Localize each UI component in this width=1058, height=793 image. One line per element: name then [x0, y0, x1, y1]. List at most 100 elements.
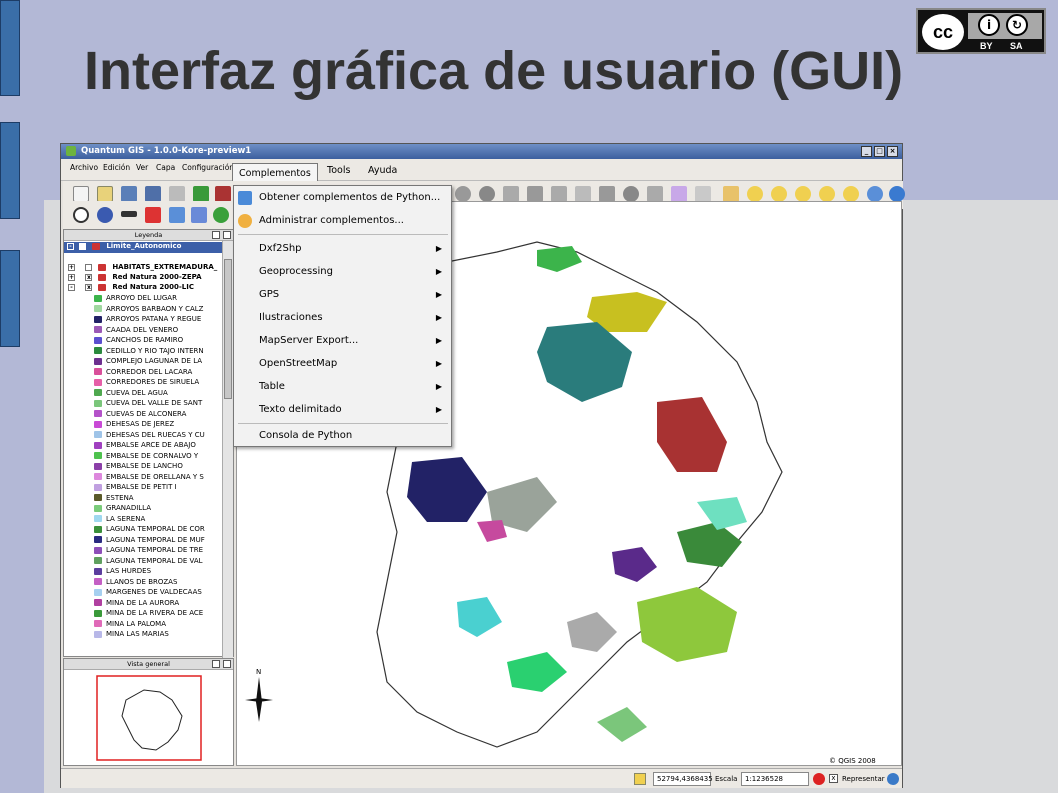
legend-scrollbar[interactable] — [222, 241, 233, 658]
menu-tools[interactable]: Tools — [327, 165, 350, 176]
add-layer-icon[interactable] — [193, 186, 209, 202]
dropdown-item-get-python-plugins[interactable]: Obtener complementos de Python... — [234, 186, 451, 209]
legend-item[interactable]: LA SERENA — [64, 515, 222, 526]
print-icon[interactable] — [169, 186, 185, 202]
measure-icon[interactable] — [503, 186, 519, 202]
legend-item[interactable]: GRANADILLA — [64, 504, 222, 515]
legend-item[interactable]: LLANOS DE BROZAS — [64, 578, 222, 589]
open-project-icon[interactable] — [97, 186, 113, 202]
menu-ayuda[interactable]: Ayuda — [368, 165, 397, 176]
legend-group[interactable]: - x Red Natura 2000-LIC — [64, 283, 222, 294]
legend-item[interactable]: ARROYOS PATANA Y REGUE — [64, 315, 222, 326]
zoom-selection-icon[interactable] — [819, 186, 835, 202]
legend-item[interactable]: CORREDORES DE SIRUELA — [64, 378, 222, 389]
save-as-icon[interactable] — [145, 186, 161, 202]
legend-item[interactable]: CANCHOS DE RAMIRO — [64, 336, 222, 347]
legend-item[interactable]: MINA LAS MARIAS — [64, 630, 222, 641]
copy-icon[interactable] — [671, 186, 687, 202]
overview-map[interactable] — [64, 670, 235, 766]
dxf2shp-icon[interactable] — [191, 207, 207, 223]
zoom-in-icon[interactable] — [747, 186, 763, 202]
dropdown-item-gps[interactable]: GPS ▶ — [234, 283, 451, 306]
copyright-icon[interactable] — [73, 207, 89, 223]
legend-item[interactable]: EMBALSE DE LANCHO — [64, 462, 222, 473]
new-project-icon[interactable] — [73, 186, 89, 202]
dropdown-item-dxf2shp[interactable]: Dxf2Shp ▶ — [234, 237, 451, 260]
north-arrow-icon[interactable] — [97, 207, 113, 223]
legend-item[interactable]: LAGUNA TEMPORAL DE COR — [64, 525, 222, 536]
zoom-out-icon[interactable] — [771, 186, 787, 202]
legend-item[interactable]: ARROYOS BARBAON Y CALZ — [64, 305, 222, 316]
panel-close-icon[interactable] — [223, 231, 231, 239]
legend-item[interactable]: CUEVAS DE ALCONERA — [64, 410, 222, 421]
projection-icon[interactable] — [887, 773, 899, 785]
legend-item[interactable]: ARROYO DEL LUGAR — [64, 294, 222, 305]
menu-ver[interactable]: Ver — [136, 163, 148, 172]
dropdown-item-table[interactable]: Table ▶ — [234, 375, 451, 398]
zoom-tool-icon[interactable] — [455, 186, 471, 202]
coordinate-capture-icon[interactable] — [145, 207, 161, 223]
refresh-icon[interactable] — [889, 186, 905, 202]
dropdown-item-ilustraciones[interactable]: Ilustraciones ▶ — [234, 306, 451, 329]
dropdown-item-python-console[interactable]: Consola de Python — [234, 424, 451, 447]
stop-render-icon[interactable] — [813, 773, 825, 785]
legend-item[interactable]: LAGUNA TEMPORAL DE TRE — [64, 546, 222, 557]
legend-item[interactable]: MINA LA PALOMA — [64, 620, 222, 631]
identify-icon[interactable] — [479, 186, 495, 202]
legend-item[interactable]: COMPLEJO LAGUNAR DE LA — [64, 357, 222, 368]
legend-root-layer[interactable]: - Limite_Autonomico — [64, 242, 222, 253]
pan-icon[interactable] — [551, 186, 567, 202]
scrollbar-thumb[interactable] — [224, 259, 232, 399]
coordinate-toggle-icon[interactable] — [634, 773, 646, 785]
legend-item[interactable]: EMBALSE ARCE DE ABAJO — [64, 441, 222, 452]
legend-item[interactable]: CUEVA DEL VALLE DE SANT — [64, 399, 222, 410]
legend-item[interactable]: LAGUNA TEMPORAL DE MUF — [64, 536, 222, 547]
panel-float-icon[interactable] — [212, 231, 220, 239]
zoom-layer-icon[interactable] — [843, 186, 859, 202]
close-button[interactable]: × — [887, 146, 898, 157]
grid-maker-icon[interactable] — [169, 207, 185, 223]
legend-item[interactable]: CEDILLO Y RIO TAJO INTERN — [64, 347, 222, 358]
legend-item[interactable]: LAGUNA TEMPORAL DE VAL — [64, 557, 222, 568]
render-checkbox[interactable]: x — [829, 774, 838, 783]
legend-item[interactable]: LAS HURDES — [64, 567, 222, 578]
dropdown-item-openstreetmap[interactable]: OpenStreetMap ▶ — [234, 352, 451, 375]
legend-item[interactable]: MINA DE LA AURORA — [64, 599, 222, 610]
scale-bar-icon[interactable] — [121, 211, 137, 217]
scale-input[interactable]: 1:1236528 — [741, 772, 809, 786]
legend-item[interactable]: EMBALSE DE CORNALVO Y — [64, 452, 222, 463]
zoom-last-icon[interactable] — [867, 186, 883, 202]
legend-group[interactable]: + HABITATS_EXTREMADURA_ — [64, 263, 222, 274]
legend-item[interactable]: DEHESAS DEL RUECAS Y CU — [64, 431, 222, 442]
layer-checkbox[interactable] — [79, 242, 87, 250]
paste-icon[interactable] — [695, 186, 711, 202]
dropdown-item-mapserver-export[interactable]: MapServer Export... ▶ — [234, 329, 451, 352]
legend-item[interactable]: EMBALSE DE ORELLANA Y S — [64, 473, 222, 484]
delete-vertex-icon[interactable] — [575, 186, 591, 202]
legend-item[interactable]: DEHESAS DE JEREZ — [64, 420, 222, 431]
menu-capa[interactable]: Capa — [156, 163, 175, 172]
dropdown-item-texto-delimitado[interactable]: Texto delimitado ▶ — [234, 398, 451, 421]
remove-layer-icon[interactable] — [215, 186, 231, 202]
zoom-full-icon[interactable] — [795, 186, 811, 202]
legend-item[interactable]: CAADA DEL VENERO — [64, 326, 222, 337]
legend-item[interactable]: EMBALSE DE PETIT I — [64, 483, 222, 494]
maximize-button[interactable]: □ — [874, 146, 885, 157]
globe-icon[interactable] — [213, 207, 229, 223]
dropdown-item-geoprocessing[interactable]: Geoprocessing ▶ — [234, 260, 451, 283]
legend-item[interactable]: CORREDOR DEL LACARA — [64, 368, 222, 379]
dropdown-item-manage-plugins[interactable]: Administrar complementos... — [234, 209, 451, 232]
move-feature-icon[interactable] — [527, 186, 543, 202]
menu-archivo[interactable]: Archivo — [70, 163, 98, 172]
layer-checkbox[interactable] — [85, 263, 93, 271]
menu-configuracion[interactable]: Configuración — [182, 163, 234, 172]
pan-hand-icon[interactable] — [723, 186, 739, 202]
stop-icon[interactable] — [623, 186, 639, 202]
legend-item[interactable]: MINA DE LA RIVERA DE ACE — [64, 609, 222, 620]
legend-group[interactable]: + x Red Natura 2000-ZEPA — [64, 273, 222, 284]
legend-item[interactable]: MARGENES DE VALDECAAS — [64, 588, 222, 599]
legend-item[interactable]: ESTENA — [64, 494, 222, 505]
save-project-icon[interactable] — [121, 186, 137, 202]
panel-close-icon[interactable] — [223, 660, 231, 668]
legend-item[interactable]: CUEVA DEL AGUA — [64, 389, 222, 400]
